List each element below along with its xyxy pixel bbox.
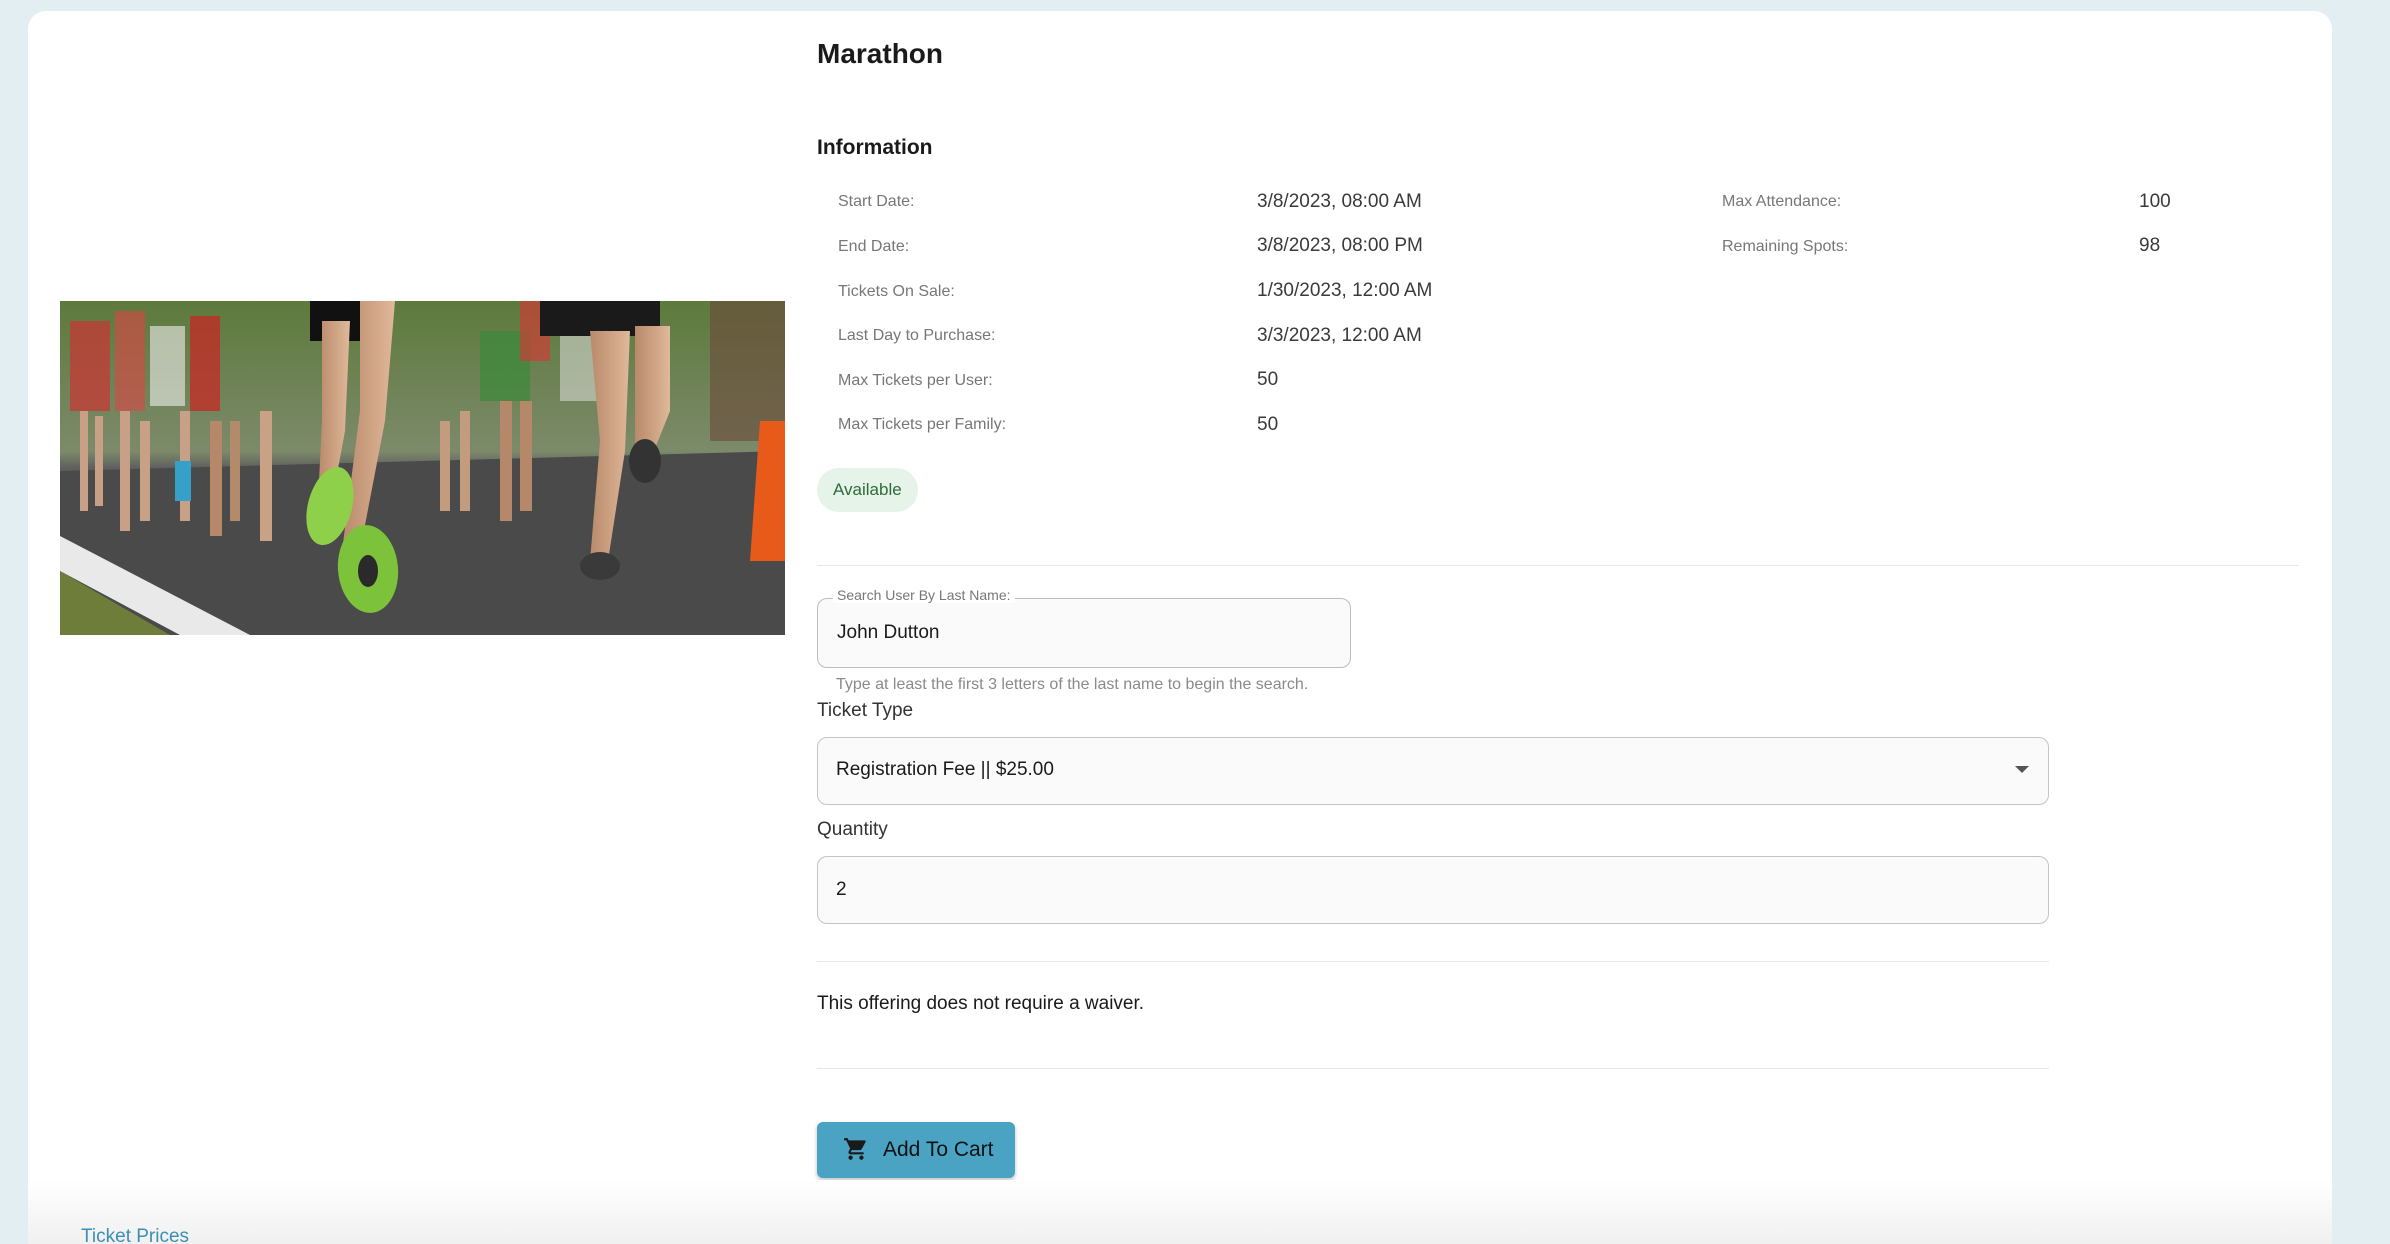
quantity-input[interactable] bbox=[817, 856, 2049, 924]
ticket-type-label: Ticket Type bbox=[817, 700, 914, 721]
divider bbox=[817, 1068, 2049, 1069]
add-to-cart-label: Add To Cart bbox=[883, 1138, 994, 1161]
event-image bbox=[60, 301, 785, 635]
footer-area bbox=[28, 1180, 2332, 1244]
divider bbox=[817, 961, 2049, 962]
last-day-value: 3/3/2023, 12:00 AM bbox=[1257, 325, 1422, 346]
tickets-on-sale-label: Tickets On Sale: bbox=[838, 283, 955, 300]
ticket-type-value[interactable]: Registration Fee || $25.00 bbox=[836, 759, 1054, 781]
max-tickets-user-label: Max Tickets per User: bbox=[838, 372, 993, 389]
max-tickets-user-value: 50 bbox=[1257, 369, 1279, 390]
status-badge: Available bbox=[817, 468, 918, 512]
add-to-cart-button[interactable]: Add To Cart bbox=[817, 1122, 1015, 1178]
ticket-prices-link[interactable]: Ticket Prices bbox=[81, 1226, 189, 1244]
remaining-spots-label: Remaining Spots: bbox=[1722, 238, 1849, 255]
start-date-label: Start Date: bbox=[838, 193, 915, 210]
max-tickets-family-value: 50 bbox=[1257, 414, 1279, 435]
max-tickets-family-label: Max Tickets per Family: bbox=[838, 416, 1007, 433]
event-title: Marathon bbox=[817, 38, 943, 69]
quantity-label: Quantity bbox=[817, 819, 888, 840]
chevron-down-icon[interactable] bbox=[2015, 766, 2029, 773]
start-date-value: 3/8/2023, 08:00 AM bbox=[1257, 191, 1422, 212]
search-helper-text: Type at least the first 3 letters of the… bbox=[836, 676, 1309, 693]
end-date-label: End Date: bbox=[838, 238, 910, 255]
search-user-label: Search User By Last Name: bbox=[833, 587, 1015, 603]
divider bbox=[817, 565, 2299, 566]
last-day-label: Last Day to Purchase: bbox=[838, 327, 996, 344]
information-heading: Information bbox=[817, 136, 933, 159]
quantity-value[interactable]: 2 bbox=[836, 879, 847, 901]
search-user-value[interactable]: John Dutton bbox=[837, 622, 939, 644]
tickets-on-sale-value: 1/30/2023, 12:00 AM bbox=[1257, 280, 1433, 301]
shopping-cart-icon bbox=[843, 1136, 869, 1165]
max-attendance-value: 100 bbox=[2139, 191, 2171, 212]
end-date-value: 3/8/2023, 08:00 PM bbox=[1257, 235, 1423, 256]
remaining-spots-value: 98 bbox=[2139, 235, 2161, 256]
max-attendance-label: Max Attendance: bbox=[1722, 193, 1842, 210]
waiver-notice: This offering does not require a waiver. bbox=[817, 993, 1145, 1014]
